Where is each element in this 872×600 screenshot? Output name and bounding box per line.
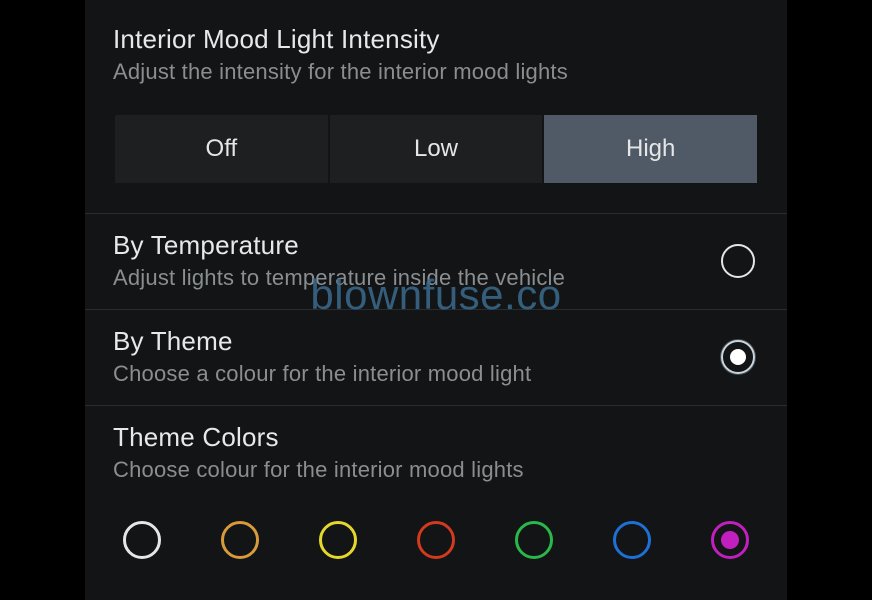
swatch-green[interactable]: [515, 521, 553, 559]
swatch-magenta[interactable]: [711, 521, 749, 559]
by-temperature-subtitle: Adjust lights to temperature inside the …: [113, 265, 721, 291]
section-by-theme[interactable]: By Theme Choose a colour for the interio…: [85, 309, 787, 405]
by-temperature-text: By Temperature Adjust lights to temperat…: [113, 230, 721, 291]
intensity-subtitle: Adjust the intensity for the interior mo…: [113, 59, 759, 85]
by-theme-title: By Theme: [113, 326, 721, 357]
by-temperature-title: By Temperature: [113, 230, 721, 261]
swatch-blue[interactable]: [613, 521, 651, 559]
by-theme-radio[interactable]: [721, 340, 755, 374]
intensity-title: Interior Mood Light Intensity: [113, 24, 759, 55]
section-intensity: Interior Mood Light Intensity Adjust the…: [85, 0, 787, 213]
section-by-temperature[interactable]: By Temperature Adjust lights to temperat…: [85, 213, 787, 309]
by-theme-subtitle: Choose a colour for the interior mood li…: [113, 361, 721, 387]
section-theme-colors: Theme Colors Choose colour for the inter…: [85, 405, 787, 585]
by-theme-text: By Theme Choose a colour for the interio…: [113, 326, 721, 387]
intensity-option-off[interactable]: Off: [115, 115, 328, 183]
theme-color-swatches: [113, 483, 759, 567]
intensity-option-low[interactable]: Low: [330, 115, 543, 183]
swatch-amber[interactable]: [221, 521, 259, 559]
swatch-white[interactable]: [123, 521, 161, 559]
theme-colors-subtitle: Choose colour for the interior mood ligh…: [113, 457, 759, 483]
swatch-yellow[interactable]: [319, 521, 357, 559]
intensity-option-high[interactable]: High: [544, 115, 757, 183]
intensity-segmented: Off Low High: [115, 115, 757, 183]
by-temperature-radio[interactable]: [721, 244, 755, 278]
swatch-red[interactable]: [417, 521, 455, 559]
settings-panel: Interior Mood Light Intensity Adjust the…: [85, 0, 787, 600]
theme-colors-title: Theme Colors: [113, 422, 759, 453]
